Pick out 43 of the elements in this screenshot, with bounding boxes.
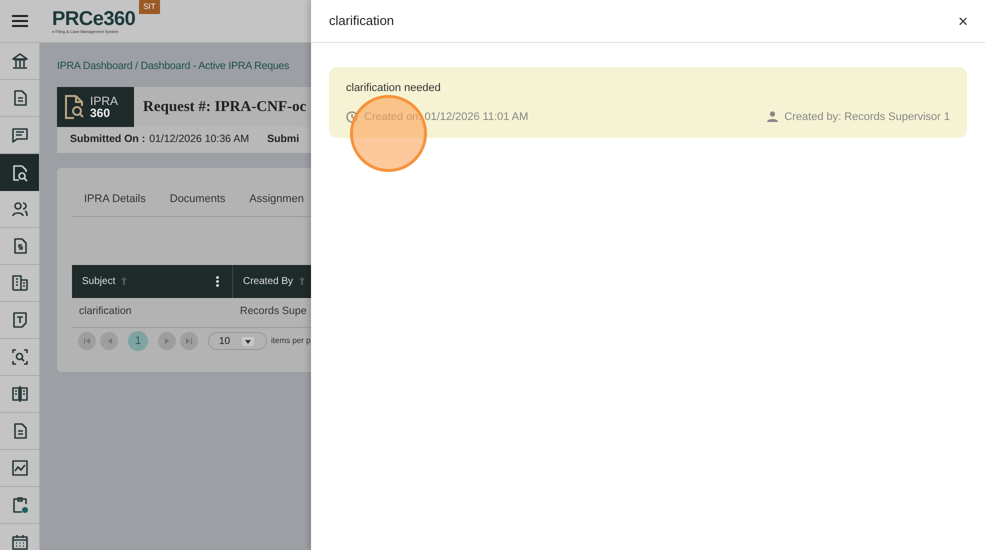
tab[interactable]: IPRA Details: [72, 190, 158, 217]
users-icon: [10, 200, 28, 218]
logo: PRCe360: [52, 8, 136, 28]
page-size-select[interactable]: 10: [208, 332, 267, 350]
request-title: Request #: IPRA-CNF-oc: [143, 98, 306, 116]
table-cell-text: Records Supe: [239, 304, 307, 320]
badge-label: IPRA: [90, 94, 118, 107]
note-text: clarification needed: [346, 81, 442, 96]
dropdown-icon[interactable]: [242, 336, 254, 346]
close-button[interactable]: ×: [958, 12, 968, 30]
items-per-page-label: items per p: [271, 335, 311, 348]
clock-icon: [346, 110, 358, 123]
badge-number: 360: [90, 106, 112, 119]
previous-icon: [106, 338, 112, 344]
table-cell-text: clarification: [78, 304, 133, 320]
submitted-on-label: Submitted On :: [70, 132, 146, 147]
document-search-icon: [10, 164, 28, 182]
book-icon: [10, 385, 28, 403]
user-icon: [767, 111, 778, 122]
tab[interactable]: Assignmen: [237, 190, 311, 217]
scan-search-icon: [10, 348, 28, 366]
environment-badge: SIT: [139, 0, 160, 14]
drawer-title: clarification: [329, 12, 394, 30]
last-page-icon: [186, 338, 192, 344]
line-chart-icon: [10, 459, 28, 477]
submitted-on-value: 01/12/2026 10:36 AM: [149, 132, 250, 147]
bank-icon: [10, 52, 28, 70]
sidebar-item[interactable]: [0, 154, 39, 191]
breadcrumb[interactable]: IPRA Dashboard / Dashboard - Active IPRA Reques: [57, 59, 311, 75]
next-icon: [164, 338, 170, 344]
chat-icon: [10, 126, 28, 144]
document-search-icon: [64, 94, 84, 119]
created-by-text: Created by: Records Supervisor 1: [784, 110, 950, 124]
text-document-icon: [10, 311, 28, 329]
calendar-icon: [10, 533, 28, 550]
column-header[interactable]: Subject: [82, 274, 116, 289]
submitted-by-label: Submi: [267, 132, 300, 147]
first-page-icon: [84, 338, 90, 344]
tab[interactable]: Documents: [158, 190, 238, 217]
building-icon: [10, 274, 28, 292]
column-menu-icon[interactable]: [216, 276, 219, 287]
column-header[interactable]: Created By: [243, 274, 294, 289]
clipboard-clock-icon: [10, 496, 28, 514]
